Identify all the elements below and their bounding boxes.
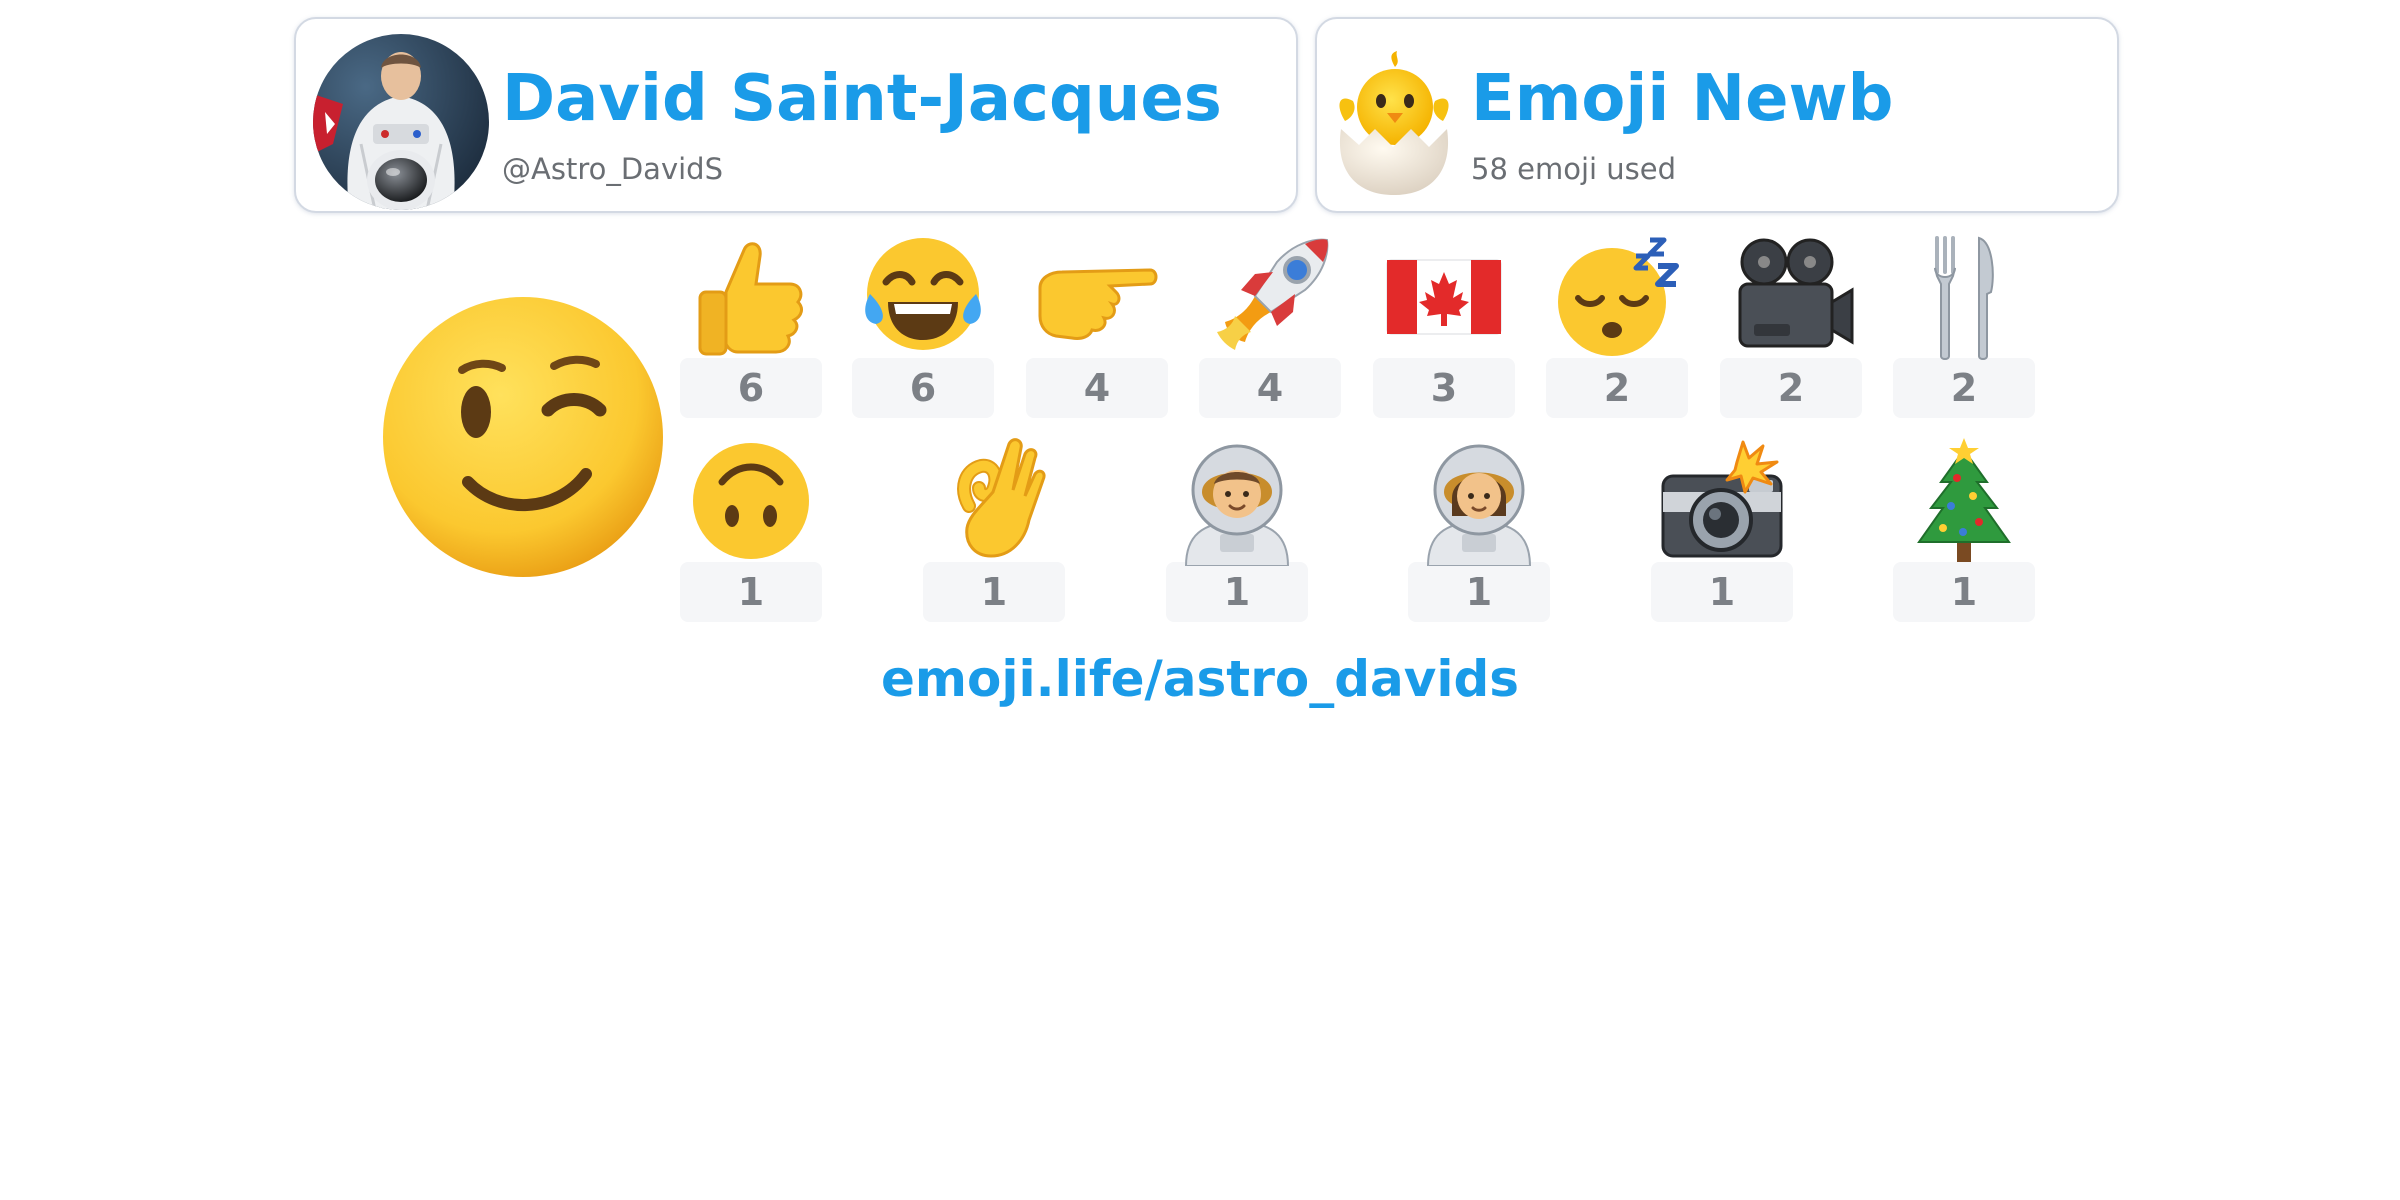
man-astronaut-icon [1184, 444, 1290, 566]
emoji-count: 1 [923, 562, 1065, 622]
profile-card[interactable]: David Saint-Jacques @Astro_DavidS [294, 17, 1298, 213]
emoji-tile[interactable]: 2 [1893, 232, 2035, 418]
emoji-count: 1 [1408, 562, 1550, 622]
winking-face-icon [383, 297, 663, 577]
emoji-count: 2 [1720, 358, 1862, 418]
emoji-tile[interactable]: 2 [1720, 232, 1862, 418]
hatching-chick-icon [1339, 51, 1449, 195]
emoji-count: 6 [852, 358, 994, 418]
rocket-icon [1217, 238, 1329, 350]
emoji-count: 1 [1893, 562, 2035, 622]
emoji-count: 2 [1546, 358, 1688, 418]
pointing-right-icon [1038, 268, 1158, 340]
emoji-count: 4 [1026, 358, 1168, 418]
emoji-count: 1 [1651, 562, 1793, 622]
emoji-tile[interactable]: 4 [1199, 232, 1341, 418]
profile-name[interactable]: David Saint-Jacques [502, 67, 1222, 131]
movie-camera-icon [1738, 238, 1854, 348]
emoji-tile[interactable]: 6 [852, 232, 994, 418]
emoji-tile[interactable]: 3 [1373, 232, 1515, 418]
emoji-tile[interactable]: 4 [1026, 232, 1168, 418]
emoji-tile[interactable]: 1 [923, 436, 1065, 622]
emoji-tile[interactable]: 6 [680, 232, 822, 418]
emoji-count: 3 [1373, 358, 1515, 418]
upside-down-face-icon [693, 443, 809, 559]
ok-hand-icon [957, 438, 1046, 558]
emoji-tile[interactable]: 1 [1166, 436, 1308, 622]
profile-handle[interactable]: @Astro_DavidS [502, 155, 723, 184]
emoji-count: 6 [680, 358, 822, 418]
emoji-count: 1 [1166, 562, 1308, 622]
camera-with-flash-icon [1661, 440, 1783, 558]
rank-title: Emoji Newb [1471, 62, 1894, 136]
emoji-count: 4 [1199, 358, 1341, 418]
canada-flag-icon [1386, 259, 1502, 335]
tears-of-joy-icon [865, 238, 981, 350]
christmas-tree-icon [1917, 438, 2011, 562]
emoji-tile[interactable]: 1 [1893, 436, 2035, 622]
thumbs-up-icon [698, 242, 803, 356]
sleeping-face-icon [1558, 237, 1679, 356]
avatar[interactable] [313, 34, 489, 210]
emoji-profile-page: David Saint-Jacques @Astro_DavidS Emoji … [0, 0, 2400, 1200]
emoji-tile[interactable]: 2 [1546, 232, 1688, 418]
emoji-used-count: 58 emoji used [1471, 152, 1677, 186]
emoji-tile[interactable]: 1 [1651, 436, 1793, 622]
rank-card: Emoji Newb 58 emoji used [1315, 17, 2119, 213]
profile-link[interactable]: emoji.life/astro_davids [0, 650, 2400, 708]
emoji-count: 2 [1893, 358, 2035, 418]
woman-astronaut-icon [1426, 444, 1532, 566]
fork-and-knife-icon [1934, 236, 1994, 360]
emoji-tile[interactable]: 1 [1408, 436, 1550, 622]
emoji-count: 1 [680, 562, 822, 622]
emoji-tile[interactable]: 1 [680, 436, 822, 622]
